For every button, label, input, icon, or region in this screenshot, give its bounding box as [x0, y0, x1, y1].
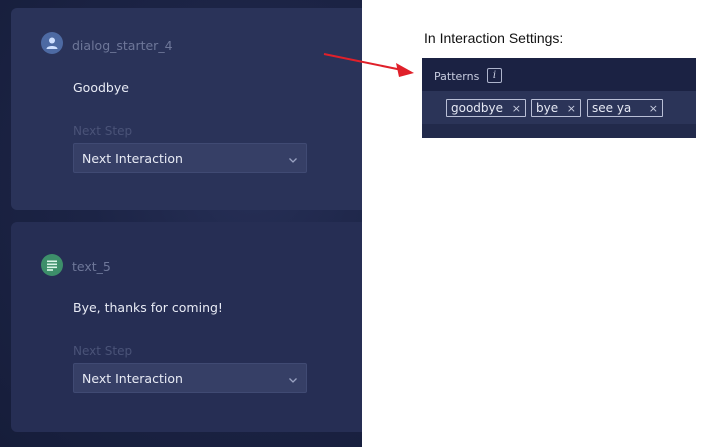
node-title: dialog_starter_4 [72, 38, 173, 53]
node-message: Bye, thanks for coming! [73, 300, 223, 315]
patterns-label: Patterns [434, 70, 480, 83]
next-step-label: Next Step [73, 124, 133, 138]
annotation-arrow-icon [323, 53, 414, 77]
remove-tag-icon[interactable]: × [512, 102, 521, 115]
pattern-tag[interactable]: bye × [531, 99, 581, 117]
pattern-tag[interactable]: see ya × [587, 99, 663, 117]
flow-canvas[interactable]: dialog_starter_4 Goodbye Next Step Next … [0, 0, 362, 447]
next-step-value: Next Interaction [82, 370, 183, 386]
next-step-select[interactable]: Next Interaction [73, 143, 307, 173]
text-lines-icon [41, 254, 63, 276]
info-icon[interactable]: i [487, 68, 502, 83]
pattern-tag-text: see ya [592, 101, 632, 115]
pattern-tag-text: bye [536, 101, 559, 115]
chevron-down-icon [288, 373, 298, 383]
chevron-down-icon [288, 153, 298, 163]
patterns-header: Patterns i [422, 58, 696, 91]
next-step-value: Next Interaction [82, 150, 183, 166]
next-step-label: Next Step [73, 344, 133, 358]
next-step-select[interactable]: Next Interaction [73, 363, 307, 393]
node-card-dialog-starter[interactable]: dialog_starter_4 Goodbye Next Step Next … [11, 8, 362, 210]
interaction-settings-panel: Patterns i goodbye × bye × see ya × [422, 58, 696, 138]
node-message: Goodbye [73, 80, 129, 95]
annotation-caption: In Interaction Settings: [424, 30, 564, 46]
remove-tag-icon[interactable]: × [567, 102, 576, 115]
node-title: text_5 [72, 259, 111, 274]
remove-tag-icon[interactable]: × [649, 102, 658, 115]
panel-footer [422, 124, 696, 138]
pattern-tag[interactable]: goodbye × [446, 99, 526, 117]
user-icon [41, 32, 63, 54]
node-card-text[interactable]: text_5 Bye, thanks for coming! Next Step… [11, 222, 362, 432]
pattern-tag-text: goodbye [451, 101, 504, 115]
patterns-tag-input[interactable]: goodbye × bye × see ya × [422, 91, 696, 124]
